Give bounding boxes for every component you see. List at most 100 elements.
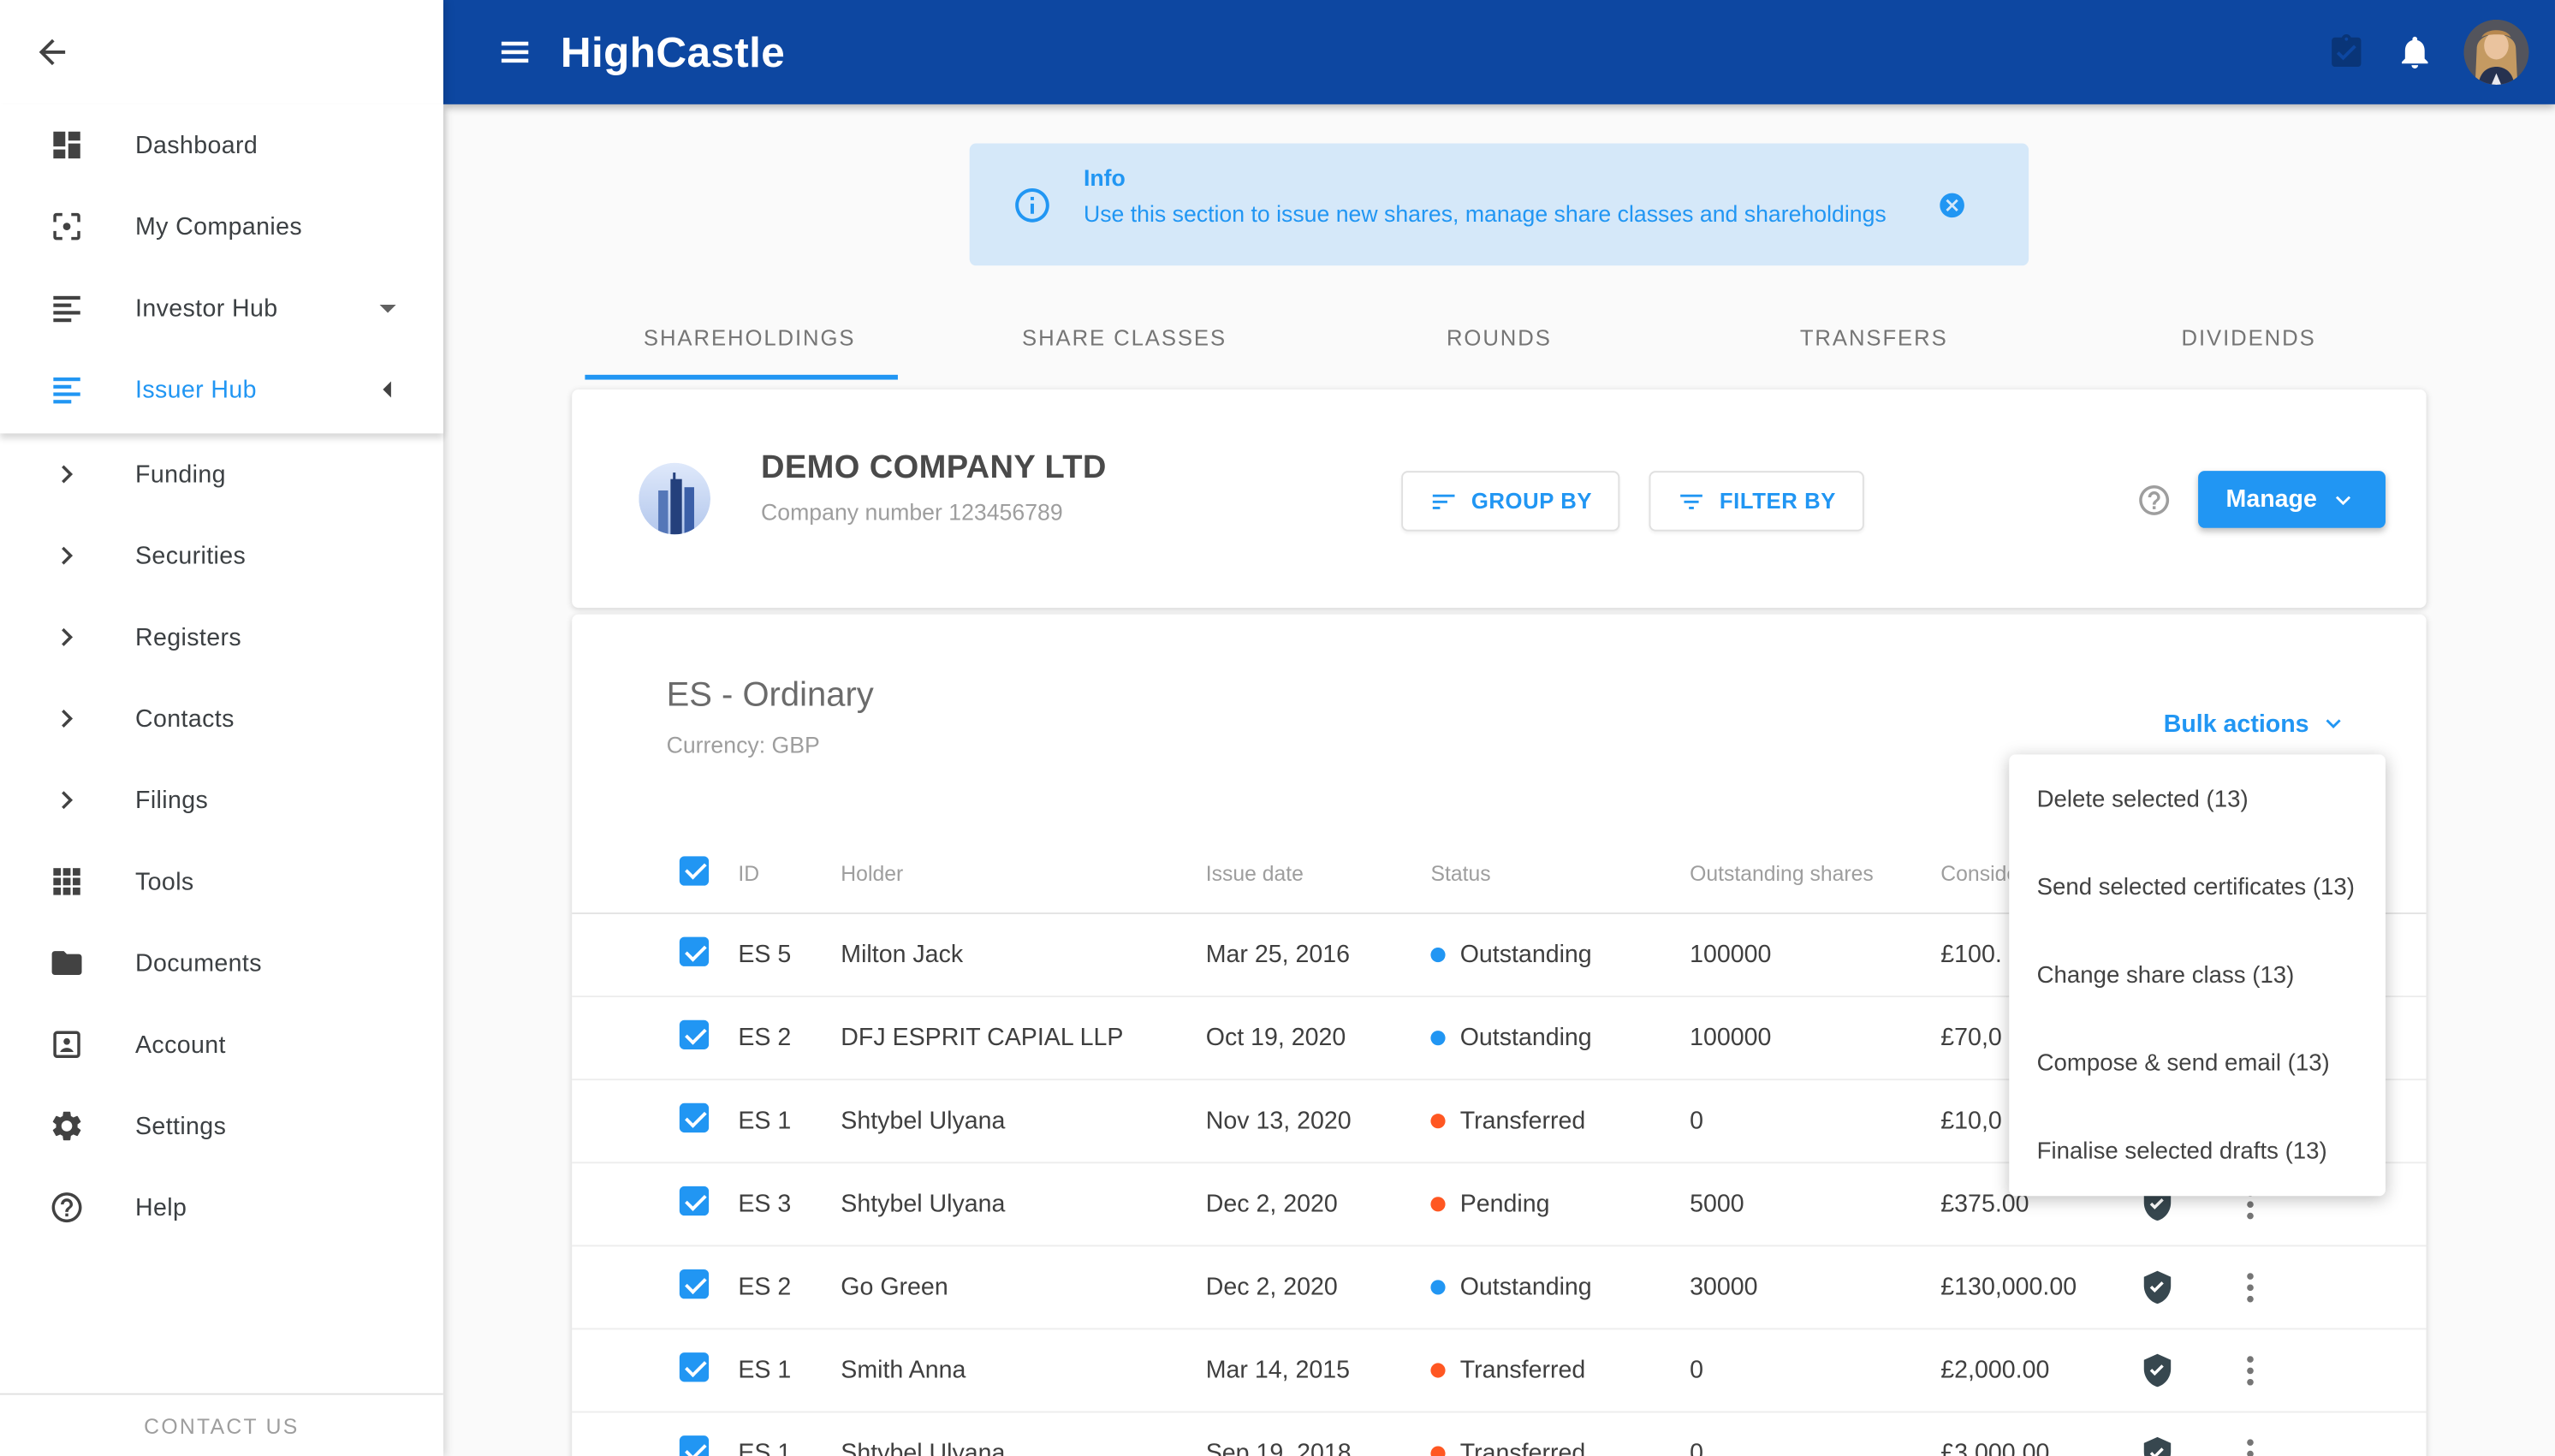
table-row: ES 1 Smith Anna Mar 14, 2015 Transferred… (572, 1329, 2427, 1413)
sidebar-item-label: Dashboard (135, 131, 258, 159)
chevron-right-icon (47, 536, 86, 575)
row-checkbox[interactable] (679, 1102, 710, 1133)
cell-issue-date: Dec 2, 2020 (1205, 1273, 1338, 1302)
tab-share-classes[interactable]: SHARE CLASSES (937, 295, 1312, 380)
sidebar-item-dashboard[interactable]: Dashboard (0, 104, 443, 186)
status-label: Transferred (1459, 1356, 1586, 1385)
company-name: DEMO COMPANY LTD (761, 449, 1107, 486)
user-avatar[interactable] (2463, 19, 2529, 85)
status-dot (1430, 1363, 1446, 1378)
chevron-down-icon (2335, 495, 2350, 505)
close-icon[interactable] (1937, 190, 1966, 219)
tab-shareholdings[interactable]: SHAREHOLDINGS (562, 295, 937, 380)
cell-id: ES 1 (738, 1439, 792, 1456)
sidebar-item-settings[interactable]: Settings (0, 1085, 443, 1167)
header-issue-date: Issue date (1205, 860, 1304, 885)
row-checkbox[interactable] (679, 1186, 710, 1216)
sidebar-item-tools[interactable]: Tools (0, 841, 443, 922)
company-card: DEMO COMPANY LTD Company number 12345678… (572, 389, 2427, 609)
menu-item-send-certificates[interactable]: Send selected certificates (13) (2009, 843, 2386, 931)
status-dot (1430, 947, 1446, 963)
help-circle-icon[interactable] (2136, 482, 2172, 518)
sidebar-item-label: Securities (135, 541, 247, 570)
cell-id: ES 1 (738, 1107, 792, 1135)
sidebar-item-contacts[interactable]: Contacts (0, 678, 443, 759)
cell-issue-date: Mar 14, 2015 (1205, 1356, 1350, 1385)
bulk-actions-label: Bulk actions (2163, 710, 2309, 738)
status-dot (1430, 1446, 1446, 1456)
row-checkbox[interactable] (679, 1269, 710, 1299)
tab-rounds[interactable]: ROUNDS (1311, 295, 1686, 380)
sidebar-item-documents[interactable]: Documents (0, 922, 443, 1003)
contact-us-link[interactable]: CONTACT US (144, 1413, 299, 1438)
cell-outstanding: 0 (1690, 1107, 1704, 1135)
list-lines-icon (47, 370, 86, 409)
menu-item-compose-email[interactable]: Compose & send email (13) (2009, 1019, 2386, 1108)
main-content: Info Use this section to issue new share… (443, 104, 2555, 1456)
select-all-checkbox[interactable] (679, 855, 710, 885)
cell-consideration: £100. (1940, 941, 2002, 969)
menu-item-delete-selected[interactable]: Delete selected (13) (2009, 755, 2386, 843)
cell-id: ES 5 (738, 941, 792, 969)
filter-by-button[interactable]: FILTER BY (1649, 471, 1864, 532)
manage-button[interactable]: Manage (2198, 471, 2386, 528)
header-outstanding: Outstanding shares (1690, 860, 1874, 885)
sidebar-item-my-companies[interactable]: My Companies (0, 186, 443, 267)
sidebar-item-account[interactable]: Account (0, 1004, 443, 1085)
manage-label: Manage (2225, 485, 2317, 514)
chevron-right-icon (47, 455, 86, 494)
company-logo (639, 462, 711, 535)
sidebar-item-help[interactable]: Help (0, 1167, 443, 1248)
table-row: ES 1 Shtybel Ulyana Sep 19, 2018 Transfe… (572, 1412, 2426, 1456)
app-viewport: Dashboard My Companies Investor Hub Issu… (0, 0, 2555, 1456)
tab-dividends[interactable]: DIVIDENDS (2061, 295, 2436, 380)
share-class-title: ES - Ordinary (666, 676, 874, 714)
table-row: ES 2 Go Green Dec 2, 2020 Outstanding 30… (572, 1246, 2427, 1330)
filter-icon (1677, 486, 1706, 515)
clipboard-check-icon[interactable] (2326, 33, 2366, 72)
row-menu-button[interactable] (2241, 1263, 2261, 1311)
sidebar-item-securities[interactable]: Securities (0, 515, 443, 597)
tab-transfers[interactable]: TRANSFERS (1686, 295, 2061, 380)
menu-item-finalise-drafts[interactable]: Finalise selected drafts (13) (2009, 1108, 2386, 1196)
sidebar-item-filings[interactable]: Filings (0, 759, 443, 841)
cell-issue-date: Mar 25, 2016 (1205, 941, 1350, 969)
hamburger-menu-icon[interactable] (497, 34, 533, 70)
cell-issue-date: Dec 2, 2020 (1205, 1190, 1338, 1219)
row-checkbox[interactable] (679, 1352, 710, 1382)
status-label: Outstanding (1459, 1273, 1592, 1302)
cell-issue-date: Nov 13, 2020 (1205, 1107, 1352, 1135)
row-menu-button[interactable] (2241, 1429, 2261, 1456)
row-menu-button[interactable] (2241, 1346, 2261, 1394)
certificate-shield-icon (2140, 1269, 2176, 1305)
sidebar-item-funding[interactable]: Funding (0, 433, 443, 514)
row-checkbox[interactable] (679, 1435, 710, 1456)
sidebar-item-issuer-hub[interactable]: Issuer Hub (0, 348, 443, 430)
menu-item-change-share-class[interactable]: Change share class (13) (2009, 931, 2386, 1019)
status-dot (1430, 1031, 1446, 1046)
cell-id: ES 1 (738, 1356, 792, 1385)
bell-icon[interactable] (2395, 33, 2434, 72)
info-icon (1012, 184, 1053, 225)
cell-outstanding: 0 (1690, 1356, 1704, 1385)
banner-message: Use this section to issue new shares, ma… (1083, 200, 1887, 227)
row-checkbox[interactable] (679, 936, 710, 966)
cell-consideration: £3,000.00 (1940, 1439, 2050, 1456)
cell-consideration: £130,000.00 (1940, 1273, 2077, 1302)
sidebar-item-label: Documents (135, 948, 262, 978)
header-holder: Holder (841, 860, 904, 885)
sidebar-item-registers[interactable]: Registers (0, 597, 443, 678)
cell-holder: DFJ ESPRIT CAPIAL LLP (841, 1024, 1124, 1052)
cell-holder: Shtybel Ulyana (841, 1107, 1006, 1135)
cell-holder: Shtybel Ulyana (841, 1190, 1006, 1219)
bulk-actions-button[interactable]: Bulk actions (2164, 709, 2348, 738)
sidebar-item-investor-hub[interactable]: Investor Hub (0, 267, 443, 348)
row-checkbox[interactable] (679, 1019, 710, 1049)
group-by-button[interactable]: GROUP BY (1401, 471, 1620, 532)
cell-id: ES 2 (738, 1273, 792, 1302)
help-circle-icon (47, 1188, 86, 1227)
back-button[interactable] (0, 0, 443, 104)
sidebar-item-label: Account (135, 1031, 226, 1059)
chevron-down-icon (368, 288, 407, 328)
sidebar-item-label: My Companies (135, 212, 303, 241)
